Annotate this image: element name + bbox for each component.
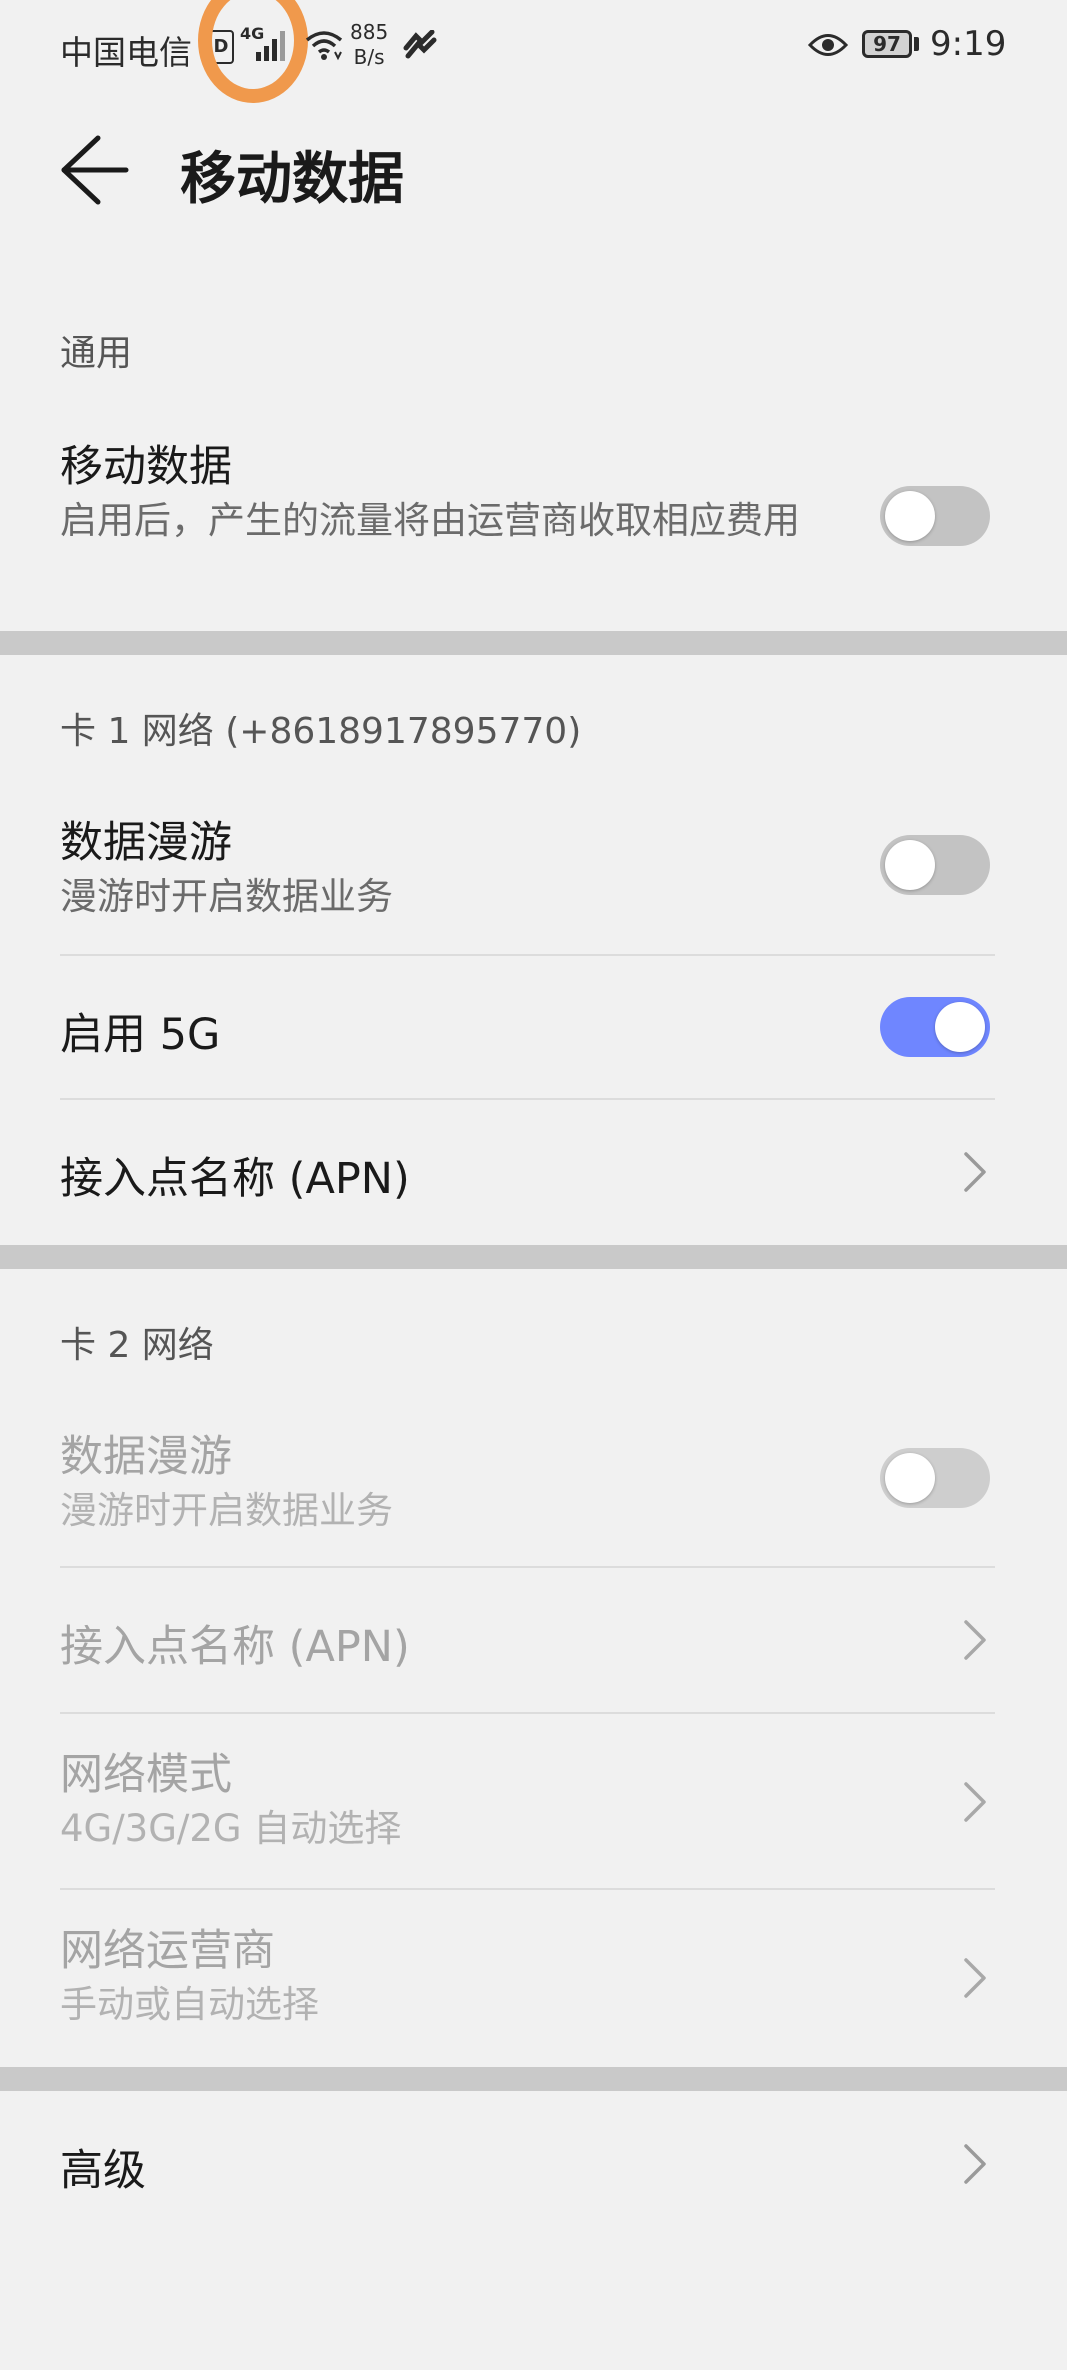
enable-5g-toggle[interactable] — [880, 997, 990, 1057]
card1-roaming-subtitle: 漫游时开启数据业务 — [60, 875, 393, 918]
toggle-knob — [885, 840, 935, 890]
clock: 9:19 — [930, 24, 1007, 64]
card2-apn-row[interactable]: 接入点名称 (APN) — [0, 1568, 1067, 1712]
card1-roaming-toggle[interactable] — [880, 835, 990, 895]
arrow-left-icon[interactable] — [50, 130, 140, 210]
section-heading-general: 通用 — [60, 333, 133, 374]
chevron-right-icon — [964, 1782, 986, 1822]
network-speed: 885 B/s — [350, 20, 388, 70]
card1-roaming-title: 数据漫游 — [60, 818, 232, 868]
card2-operator-row[interactable]: 网络运营商 手动或自动选择 — [0, 1890, 1067, 2066]
section-separator — [0, 631, 1067, 655]
network-mode-subtitle: 4G/3G/2G 自动选择 — [60, 1807, 402, 1850]
card2-network-mode-row[interactable]: 网络模式 4G/3G/2G 自动选择 — [0, 1714, 1067, 1888]
chevron-right-icon — [964, 2144, 986, 2184]
card2-apn-title: 接入点名称 (APN) — [60, 1622, 410, 1672]
section-heading-card2: 卡 2 网络 — [60, 1325, 214, 1366]
battery-tip — [914, 37, 919, 51]
mobile-data-row[interactable]: 移动数据 启用后，产生的流量将由运营商收取相应费用 — [0, 420, 1067, 620]
chevron-right-icon — [964, 1958, 986, 1998]
page-title: 移动数据 — [180, 147, 404, 212]
network-operator-title: 网络运营商 — [60, 1926, 275, 1976]
hd-call-icon — [403, 30, 437, 59]
card1-5g-row[interactable]: 启用 5G — [0, 956, 1067, 1098]
card1-apn-title: 接入点名称 (APN) — [60, 1154, 410, 1204]
circle-annotation — [198, 0, 308, 103]
section-heading-card1: 卡 1 网络 (+8618917895770) — [60, 711, 582, 752]
speed-value: 885 — [350, 20, 389, 44]
network-mode-title: 网络模式 — [60, 1750, 232, 1800]
enable-5g-title: 启用 5G — [60, 1010, 221, 1060]
section-separator — [0, 2067, 1067, 2091]
section-separator — [0, 1245, 1067, 1269]
card2-roaming-subtitle: 漫游时开启数据业务 — [60, 1489, 393, 1532]
wifi-icon — [305, 31, 343, 61]
card2-roaming-title: 数据漫游 — [60, 1432, 232, 1482]
toggle-knob — [885, 491, 935, 541]
battery-icon: 97 — [862, 30, 912, 58]
card1-apn-row[interactable]: 接入点名称 (APN) — [0, 1100, 1067, 1244]
network-operator-subtitle: 手动或自动选择 — [60, 1983, 319, 2026]
toggle-knob — [885, 1453, 935, 1503]
status-bar: 中国电信 D 4G 885 B/s 97 9:19 — [0, 0, 1067, 103]
card1-roaming-row[interactable]: 数据漫游 漫游时开启数据业务 — [0, 790, 1067, 954]
advanced-title: 高级 — [60, 2146, 146, 2196]
mobile-data-title: 移动数据 — [60, 442, 232, 492]
mobile-data-subtitle: 启用后，产生的流量将由运营商收取相应费用 — [60, 499, 800, 542]
chevron-right-icon — [964, 1152, 986, 1192]
speed-unit: B/s — [353, 45, 385, 69]
card2-roaming-toggle[interactable] — [880, 1448, 990, 1508]
carrier-name: 中国电信 — [60, 33, 192, 72]
card2-roaming-row[interactable]: 数据漫游 漫游时开启数据业务 — [0, 1404, 1067, 1566]
eye-comfort-icon — [808, 34, 848, 56]
mobile-data-toggle[interactable] — [880, 486, 990, 546]
toggle-knob — [935, 1002, 985, 1052]
advanced-row[interactable]: 高级 — [0, 2092, 1067, 2240]
chevron-right-icon — [964, 1620, 986, 1660]
